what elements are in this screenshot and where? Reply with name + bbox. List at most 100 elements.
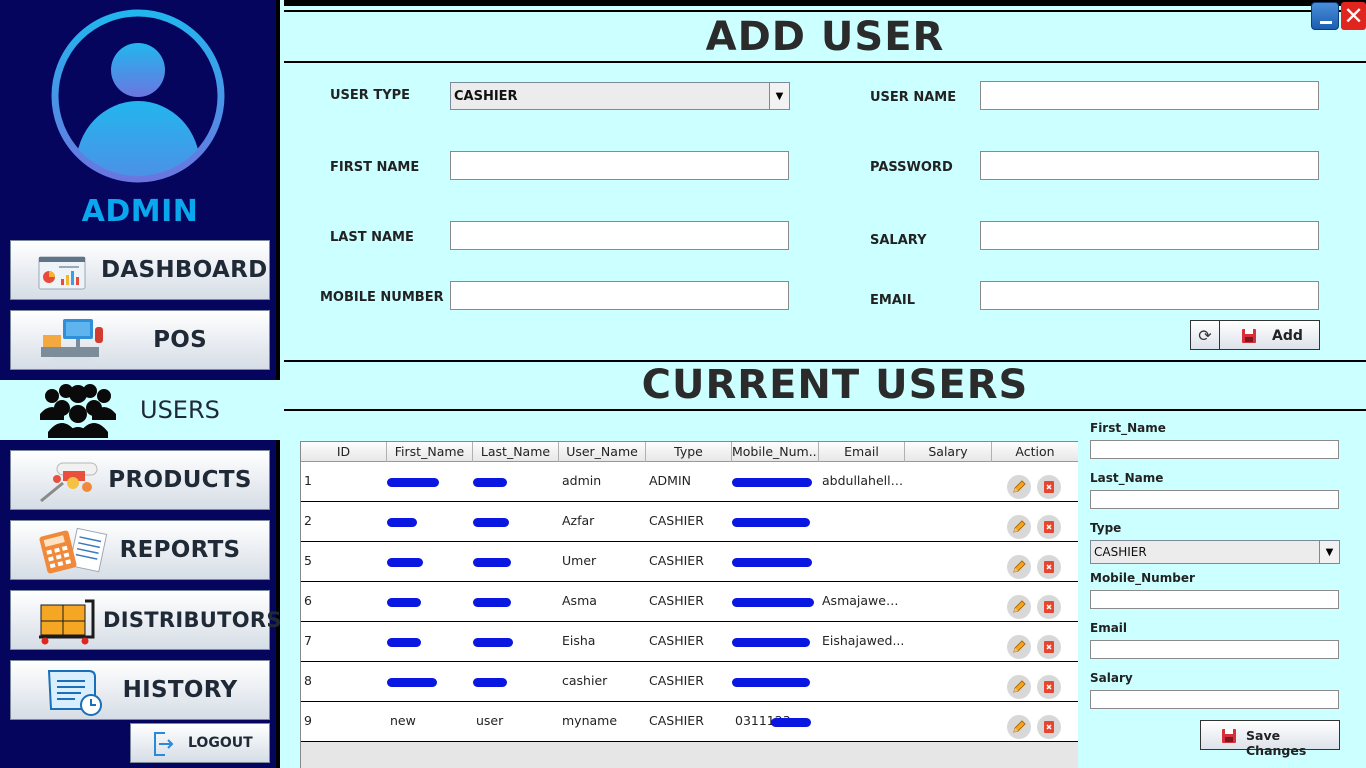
nav-history-button[interactable]: HISTORY [10,660,270,720]
table-cell-email: Asmajawed... [822,593,905,608]
edit-salary-field[interactable] [1090,690,1339,709]
edit-row-button[interactable] [1007,715,1031,739]
edit-mobile-number-field[interactable] [1090,590,1339,609]
nav-products-label: PRODUCTS [108,467,252,493]
table-row[interactable]: 9 new user myname CASHIER 0311123 [301,702,1078,742]
delete-row-button[interactable] [1037,715,1061,739]
table-cell-action [992,622,1078,662]
email-label: EMAIL [870,293,915,308]
user-type-label: USER TYPE [330,88,411,103]
edit-type-label: Type [1090,521,1122,535]
column-header[interactable]: ID [301,442,387,462]
edit-row-button[interactable] [1007,515,1031,539]
column-header[interactable]: Mobile_Num... [732,442,819,462]
logout-icon [154,732,174,756]
table-cell-type: CASHIER [649,513,704,528]
edit-row-button[interactable] [1007,635,1031,659]
table-cell-email [819,502,905,542]
chevron-down-icon[interactable]: ▼ [1319,541,1339,563]
edit-row-button[interactable] [1007,595,1031,619]
table-cell-action [992,582,1078,622]
edit-first-name-field[interactable] [1090,440,1339,459]
edit-pencil-icon [1013,600,1026,613]
delete-icon [1044,601,1054,613]
redaction-mark [473,598,511,607]
password-label: PASSWORD [870,160,953,175]
save-changes-button[interactable]: Save Changes [1200,720,1340,758]
table-cell-type: CASHIER [649,713,704,728]
table-cell-id: 8 [304,673,312,688]
last-name-field[interactable] [450,221,789,250]
redaction-mark [387,518,417,527]
logout-label: LOGOUT [188,735,253,751]
nav-reports-button[interactable]: REPORTS [10,520,270,580]
delete-row-button[interactable] [1037,475,1061,499]
table-cell-salary [905,582,992,622]
table-cell-last-name: user [476,713,504,728]
delete-row-button[interactable] [1037,635,1061,659]
column-header[interactable]: First_Name [387,442,473,462]
table-row[interactable]: 5 Umer CASHIER [301,542,1078,582]
top-divider-line [284,10,1366,12]
nav-reports-label: REPORTS [119,537,241,563]
table-body: 1 admin ADMIN abdullahella... 2 Azfar CASHIER 5… [301,462,1078,742]
user-name-field[interactable] [980,81,1319,110]
nav-dashboard-button[interactable]: DASHBOARD [10,240,270,300]
edit-row-button[interactable] [1007,475,1031,499]
column-header[interactable]: Email [819,442,905,462]
column-header[interactable]: Type [646,442,732,462]
redaction-mark [387,478,439,487]
table-row[interactable]: 6 Asma CASHIER Asmajawed... [301,582,1078,622]
edit-row-button[interactable] [1007,555,1031,579]
delete-icon [1044,721,1054,733]
edit-email-field[interactable] [1090,640,1339,659]
redaction-mark [732,518,810,527]
table-cell-id: 6 [304,593,312,608]
user-type-value: CASHIER [454,88,518,104]
nav-distributors-button[interactable]: DISTRIBUTORS [10,590,282,650]
user-type-select[interactable]: CASHIER ▼ [450,82,790,110]
first-name-field[interactable] [450,151,789,180]
refresh-button[interactable]: ⟳ [1190,320,1220,350]
edit-type-select[interactable]: CASHIER ▼ [1090,540,1340,564]
column-header[interactable]: User_Name [559,442,646,462]
salary-field[interactable] [980,221,1319,250]
salary-label: SALARY [870,233,927,248]
delete-row-button[interactable] [1037,515,1061,539]
save-changes-label: Save Changes [1246,728,1307,758]
table-row[interactable]: 2 Azfar CASHIER [301,502,1078,542]
column-header[interactable]: Salary [905,442,992,462]
delete-row-button[interactable] [1037,675,1061,699]
delete-row-button[interactable] [1037,555,1061,579]
table-row[interactable]: 7 Eisha CASHIER Eishajawed... [301,622,1078,662]
column-header[interactable]: Action [992,442,1078,462]
password-field[interactable] [980,151,1319,180]
refresh-icon: ⟳ [1198,325,1212,345]
close-button[interactable]: ✕ [1341,2,1366,30]
edit-row-button[interactable] [1007,675,1031,699]
edit-email-label: Email [1090,621,1128,635]
minimize-button[interactable] [1311,2,1339,30]
delete-row-button[interactable] [1037,595,1061,619]
nav-pos-button[interactable]: POS [10,310,270,370]
user-avatar-icon [51,9,225,183]
edit-last-name-label: Last_Name [1090,471,1164,485]
table-row[interactable]: 8 cashier CASHIER [301,662,1078,702]
nav-products-button[interactable]: PRODUCTS [10,450,270,510]
top-divider [284,0,1366,6]
edit-last-name-field[interactable] [1090,490,1339,509]
chevron-down-icon[interactable]: ▼ [769,83,789,109]
mobile-number-field[interactable] [450,281,789,310]
admin-role-label: ADMIN [81,194,199,229]
logout-button[interactable]: LOGOUT [130,723,270,763]
users-group-icon [40,384,116,438]
table-cell-type: CASHIER [649,633,704,648]
main-panel: ADD USER USER TYPE CASHIER ▼ USER NAME F… [284,0,1366,768]
add-user-button[interactable]: Add [1219,320,1320,350]
nav-users-button[interactable]: USERS [0,380,280,440]
email-field[interactable] [980,281,1319,310]
table-row[interactable]: 1 admin ADMIN abdullahella... [301,462,1078,502]
column-header[interactable]: Last_Name [473,442,559,462]
edit-pencil-icon [1013,720,1026,733]
section-divider [284,61,1366,63]
